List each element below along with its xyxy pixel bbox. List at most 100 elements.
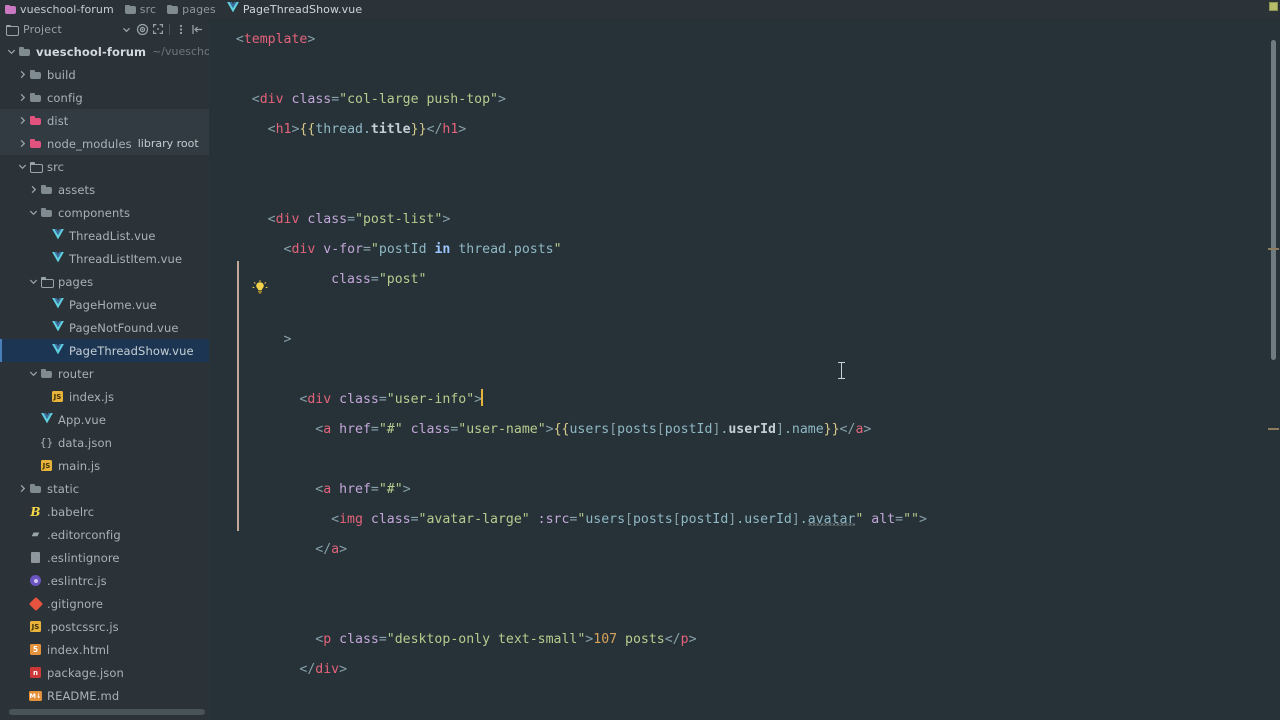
code-token: a <box>331 542 340 557</box>
tree-item--babelrc[interactable]: B .babelrc <box>0 500 209 523</box>
chevron-right-icon[interactable] <box>17 116 27 126</box>
tree-item--editorconfig[interactable]: ▰ .editorconfig <box>0 523 209 546</box>
code-line[interactable] <box>209 355 1280 385</box>
code-line[interactable] <box>209 565 1280 595</box>
tree-item-pagenotfound-vue[interactable]: PageNotFound.vue <box>0 316 209 339</box>
code-line[interactable]: <a href="#"> <box>209 475 1280 505</box>
tree-item-icon <box>29 484 42 493</box>
tree-item-dist[interactable]: dist <box>0 109 209 132</box>
chevron-right-icon[interactable] <box>17 93 27 103</box>
code-token: < <box>251 92 260 107</box>
breadcrumb-item-src[interactable]: src <box>124 3 156 16</box>
code-line[interactable]: class="post" <box>209 265 1280 295</box>
tree-item-assets[interactable]: assets <box>0 178 209 201</box>
chevron-down-icon[interactable] <box>118 21 134 37</box>
tree-item-src[interactable]: src <box>0 155 209 178</box>
tree-item-build[interactable]: build <box>0 63 209 86</box>
tree-item-index-js[interactable]: JS index.js <box>0 385 209 408</box>
code-line[interactable]: <div v-for="postId in thread.posts" <box>209 235 1280 265</box>
breadcrumb-item-label: pages <box>182 2 216 16</box>
chevron-down-icon[interactable] <box>28 369 38 379</box>
scrollbar-marker[interactable] <box>1268 428 1279 430</box>
tree-item-label: pages <box>58 274 94 289</box>
code-token: < <box>331 512 340 527</box>
tree-item-threadlistitem-vue[interactable]: ThreadListItem.vue <box>0 247 209 270</box>
code-line[interactable]: <div class="post-list"> <box>209 205 1280 235</box>
tree-item-pagehome-vue[interactable]: PageHome.vue <box>0 293 209 316</box>
tree-item-threadlist-vue[interactable]: ThreadList.vue <box>0 224 209 247</box>
tree-item-icon <box>51 252 64 266</box>
breadcrumb-item-pages[interactable]: pages <box>167 3 216 16</box>
vertical-dots-icon[interactable] <box>173 21 189 37</box>
code-line[interactable] <box>209 595 1280 625</box>
code-line[interactable]: <template> <box>209 25 1280 55</box>
code-line[interactable]: </a> <box>209 535 1280 565</box>
tree-item-config[interactable]: config <box>0 86 209 109</box>
code-token: [ <box>656 422 665 437</box>
folder-icon <box>41 369 52 378</box>
tree-item-icon <box>40 277 54 288</box>
code-line[interactable] <box>209 175 1280 205</box>
folder-icon <box>124 4 136 14</box>
tree-item-components[interactable]: components <box>0 201 209 224</box>
code-line[interactable]: > <box>209 325 1280 355</box>
code-line[interactable] <box>209 685 1280 715</box>
editor-code-area[interactable]: <template> <div class="col-large push-to… <box>209 18 1280 720</box>
code-line[interactable]: <h1>{{thread.title}}</h1> <box>209 115 1280 145</box>
code-line[interactable] <box>209 295 1280 325</box>
chevron-right-icon[interactable] <box>28 185 38 195</box>
code-line[interactable]: <p class="desktop-only text-small">107 p… <box>209 625 1280 655</box>
inspection-status-widget[interactable] <box>1269 2 1278 11</box>
chevron-right-icon[interactable] <box>17 70 27 80</box>
breadcrumb-item-pagethreadshow-vue[interactable]: PageThreadShow.vue <box>226 2 362 16</box>
tree-item-static[interactable]: static <box>0 477 209 500</box>
code-line[interactable]: <img class="avatar-large" :src="users[po… <box>209 505 1280 535</box>
tree-item--eslintrc-js[interactable]: .eslintrc.js <box>0 569 209 592</box>
tree-item-node-modules[interactable]: node_modules library root <box>0 132 209 155</box>
tree-item--postcssrc-js[interactable]: JS .postcssrc.js <box>0 615 209 638</box>
tree-item-vueschool-forum[interactable]: vueschool-forum ~/vueschool/vu <box>0 40 209 63</box>
tree-item-index-html[interactable]: 5 index.html <box>0 638 209 661</box>
tree-item--eslintignore[interactable]: .eslintignore <box>0 546 209 569</box>
tree-item-icon <box>28 596 43 611</box>
code-line[interactable] <box>209 145 1280 175</box>
code-line[interactable]: </div> <box>209 655 1280 685</box>
scrollbar-marker[interactable] <box>1268 248 1279 250</box>
chevron-down-icon[interactable] <box>6 47 16 57</box>
target-icon[interactable] <box>134 21 150 37</box>
code-token: h1 <box>275 122 292 137</box>
code-token: posts <box>617 422 657 437</box>
tree-item-main-js[interactable]: JS main.js <box>0 454 209 477</box>
tree-item-data-json[interactable]: {} data.json <box>0 431 209 454</box>
breadcrumb-item-vueschool-forum[interactable]: vueschool-forum <box>5 3 114 16</box>
tree-item--gitignore[interactable]: .gitignore <box>0 592 209 615</box>
code-line[interactable]: <a href="#" class="user-name">{{users[po… <box>209 415 1280 445</box>
tree-item-app-vue[interactable]: App.vue <box>0 408 209 431</box>
code-line[interactable] <box>209 445 1280 475</box>
code-line[interactable]: <div class="col-large push-top"> <box>209 85 1280 115</box>
code-token: = <box>410 512 419 527</box>
chevron-down-icon[interactable] <box>28 208 38 218</box>
code-line[interactable]: <div class="user-info"> <box>209 385 1280 415</box>
tree-item-router[interactable]: router <box>0 362 209 385</box>
editor-vertical-scrollbar[interactable] <box>1267 18 1280 720</box>
code-editor[interactable]: <template> <div class="col-large push-to… <box>209 18 1280 720</box>
tree-item-pagethreadshow-vue[interactable]: PageThreadShow.vue <box>0 339 209 362</box>
code-line[interactable] <box>209 55 1280 85</box>
tree-item-package-json[interactable]: n package.json <box>0 661 209 684</box>
tree-item-readme-md[interactable]: M↓ README.md <box>0 684 209 707</box>
project-horizontal-scrollbar[interactable] <box>9 709 205 715</box>
chevron-down-icon[interactable] <box>17 162 27 172</box>
tree-arrow-placeholder <box>28 415 38 425</box>
code-line[interactable] <box>209 715 1280 720</box>
chevron-right-icon[interactable] <box>17 139 27 149</box>
tree-item-pages[interactable]: pages <box>0 270 209 293</box>
chevron-right-icon[interactable] <box>17 484 27 494</box>
chevron-down-icon[interactable] <box>28 277 38 287</box>
code-token: > <box>307 32 316 47</box>
project-file-tree[interactable]: vueschool-forum ~/vueschool/vu build config… <box>0 40 209 710</box>
scrollbar-thumb[interactable] <box>1271 40 1276 360</box>
hide-panel-icon[interactable] <box>189 21 205 37</box>
collapse-all-icon[interactable] <box>150 21 166 37</box>
